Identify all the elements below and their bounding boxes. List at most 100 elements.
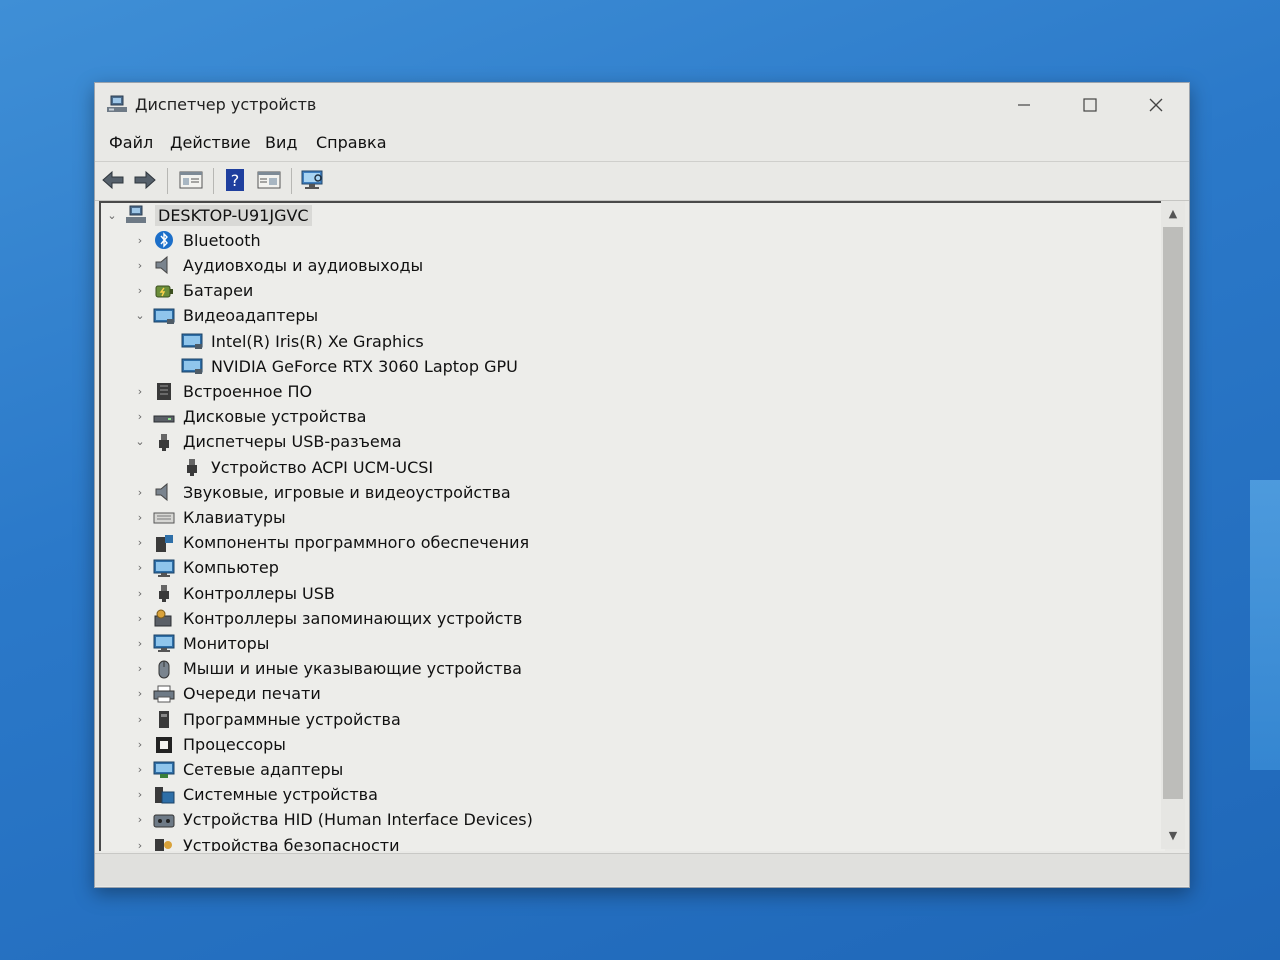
forward-button[interactable]: [131, 167, 159, 193]
chevron-right-icon[interactable]: ›: [133, 662, 147, 676]
tree-device-item[interactable]: NVIDIA GeForce RTX 3060 Laptop GPU: [161, 354, 518, 378]
display-adapter-icon: [181, 331, 203, 351]
minimize-button[interactable]: [991, 83, 1057, 127]
scroll-up-icon[interactable]: ▲: [1161, 203, 1185, 223]
tree-category-item[interactable]: › Очереди печати: [133, 682, 321, 706]
chevron-right-icon[interactable]: ›: [133, 510, 147, 524]
chevron-right-icon[interactable]: ›: [133, 788, 147, 802]
properties-button[interactable]: [177, 167, 205, 193]
hid-icon: [153, 810, 175, 830]
svg-text:?: ?: [231, 171, 240, 190]
tree-category-item[interactable]: › Аудиовходы и аудиовыходы: [133, 253, 423, 277]
chevron-right-icon[interactable]: ›: [133, 284, 147, 298]
tree-item-label: Очереди печати: [183, 684, 321, 704]
chevron-down-icon[interactable]: ⌄: [133, 435, 147, 449]
chevron-right-icon[interactable]: ›: [133, 536, 147, 550]
tree-category-item[interactable]: › Системные устройства: [133, 783, 378, 807]
tree-item-label: NVIDIA GeForce RTX 3060 Laptop GPU: [211, 356, 518, 376]
tree-category-item[interactable]: › Встроенное ПО: [133, 379, 312, 403]
chevron-right-icon[interactable]: ›: [133, 586, 147, 600]
chevron-right-icon[interactable]: ›: [133, 258, 147, 272]
chevron-right-icon[interactable]: ›: [133, 813, 147, 827]
window-title: Диспетчер устройств: [135, 95, 317, 114]
close-button[interactable]: [1123, 83, 1189, 127]
properties-icon: [179, 171, 203, 189]
firmware-icon: [153, 381, 175, 401]
chevron-right-icon[interactable]: ›: [133, 561, 147, 575]
tree-device-item[interactable]: Intel(R) Iris(R) Xe Graphics: [161, 329, 424, 353]
usb-connector-icon: [153, 432, 175, 452]
tree-category-item[interactable]: › Bluetooth: [133, 228, 261, 252]
tree-category-item[interactable]: ⌄ Диспетчеры USB-разъема: [133, 430, 402, 454]
chevron-right-icon[interactable]: ›: [133, 410, 147, 424]
toolbar-separator: [291, 168, 292, 194]
chevron-right-icon[interactable]: ›: [133, 384, 147, 398]
tree-category-item[interactable]: › Процессоры: [133, 732, 286, 756]
tree-item-label: Сетевые адаптеры: [183, 759, 344, 779]
back-button[interactable]: [99, 167, 127, 193]
help-icon: ?: [226, 169, 244, 191]
tree-category-item[interactable]: › Контроллеры USB: [133, 581, 335, 605]
chevron-right-icon[interactable]: ›: [133, 485, 147, 499]
tree-item-label: Процессоры: [183, 734, 286, 754]
tree-category-item[interactable]: › Устройства HID (Human Interface Devices…: [133, 808, 533, 832]
software-component-icon: [153, 533, 175, 553]
tree-item-label: Диспетчеры USB-разъема: [183, 432, 402, 452]
menu-action[interactable]: Действие: [170, 133, 251, 152]
chevron-down-icon[interactable]: ⌄: [105, 208, 119, 222]
display-adapter-icon: [181, 356, 203, 376]
tree-category-item[interactable]: ⌄ Видеоадаптеры: [133, 304, 318, 328]
tree-category-item[interactable]: › Компоненты программного обеспечения: [133, 531, 529, 555]
tree-device-item[interactable]: Устройство ACPI UCM-UCSI: [161, 455, 433, 479]
chevron-right-icon[interactable]: ›: [133, 611, 147, 625]
maximize-button[interactable]: [1057, 83, 1123, 127]
chevron-right-icon[interactable]: ›: [133, 737, 147, 751]
device-tree[interactable]: ⌄ DESKTOP-U91JGVC › Bluetooth › Аудиовходы и …: [99, 201, 1165, 851]
close-icon: [1149, 98, 1163, 112]
tree-category-item[interactable]: › Звуковые, игровые и видеоустройства: [133, 480, 511, 504]
security-device-icon: [153, 835, 175, 851]
tree-category-item[interactable]: › Дисковые устройства: [133, 405, 367, 429]
title-bar[interactable]: Диспетчер устройств: [95, 83, 1189, 127]
tree-category-item[interactable]: › Компьютер: [133, 556, 279, 580]
scroll-thumb[interactable]: [1163, 227, 1183, 799]
tree-category-item[interactable]: › Контроллеры запоминающих устройств: [133, 606, 523, 630]
back-arrow-icon: [102, 170, 124, 190]
tree-item-label: Батареи: [183, 281, 254, 301]
tree-item-label: Компьютер: [183, 558, 279, 578]
tree-item-label: Звуковые, игровые и видеоустройства: [183, 482, 511, 502]
keyboard-icon: [153, 507, 175, 527]
scroll-down-icon[interactable]: ▼: [1161, 825, 1185, 845]
menu-bar: Файл Действие Вид Справка: [95, 133, 1189, 159]
chevron-right-icon[interactable]: ›: [133, 233, 147, 247]
tree-root-item[interactable]: ⌄ DESKTOP-U91JGVC: [105, 203, 312, 227]
system-device-icon: [153, 785, 175, 805]
view-icon: [257, 171, 281, 189]
chevron-right-icon[interactable]: ›: [133, 762, 147, 776]
view-button[interactable]: [255, 167, 283, 193]
chevron-down-icon[interactable]: ⌄: [133, 309, 147, 323]
menu-file[interactable]: Файл: [109, 133, 153, 152]
tree-category-item[interactable]: › Мыши и иные указывающие устройства: [133, 657, 522, 681]
tree-category-item[interactable]: › Программные устройства: [133, 707, 401, 731]
chevron-right-icon[interactable]: ›: [133, 838, 147, 852]
help-button[interactable]: ?: [221, 167, 249, 193]
device-manager-icon: [107, 95, 127, 112]
tree-category-item[interactable]: › Устройства безопасности: [133, 833, 399, 851]
tree-category-item[interactable]: › Клавиатуры: [133, 505, 286, 529]
toolbar: ?: [95, 161, 1189, 201]
chevron-right-icon[interactable]: ›: [133, 687, 147, 701]
tree-category-item[interactable]: › Сетевые адаптеры: [133, 757, 343, 781]
scan-hardware-button[interactable]: [299, 167, 327, 193]
tree-category-item[interactable]: › Мониторы: [133, 631, 270, 655]
menu-help[interactable]: Справка: [316, 133, 387, 152]
tree-category-item[interactable]: › Батареи: [133, 279, 254, 303]
tree-item-label: Дисковые устройства: [183, 407, 367, 427]
chevron-right-icon[interactable]: ›: [133, 636, 147, 650]
chevron-right-icon[interactable]: ›: [133, 712, 147, 726]
computer-icon: [125, 205, 147, 225]
menu-view[interactable]: Вид: [265, 133, 297, 152]
vertical-scrollbar[interactable]: ▲ ▼: [1161, 201, 1185, 849]
tree-item-label: Компоненты программного обеспечения: [183, 533, 530, 553]
